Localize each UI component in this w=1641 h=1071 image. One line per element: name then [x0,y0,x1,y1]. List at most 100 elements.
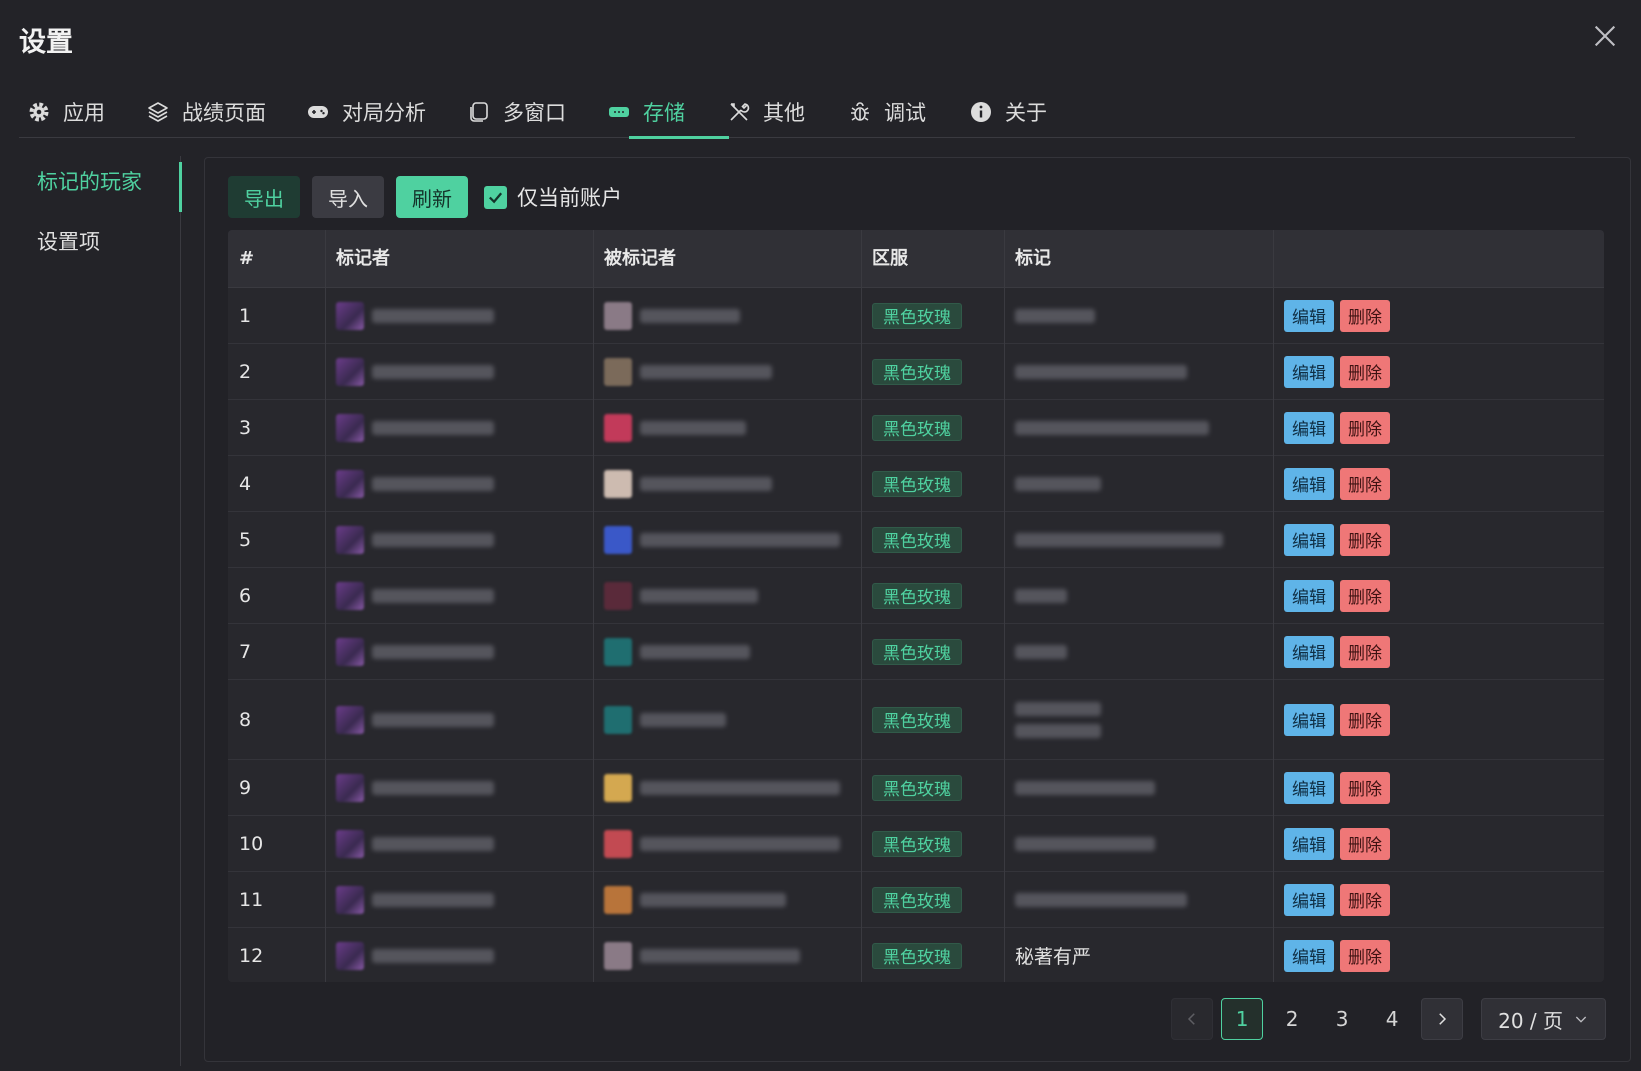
mark-cell [1004,624,1067,679]
check-icon [489,192,503,203]
delete-button[interactable]: 删除 [1340,883,1390,916]
table-row: 11 黑色玫瑰 编辑 删除 [228,872,1604,928]
delete-button[interactable]: 删除 [1340,703,1390,736]
sidebar-item-tagged-players[interactable]: 标记的玩家 [37,166,142,196]
page-3-button[interactable]: 3 [1321,998,1363,1040]
edit-button[interactable]: 编辑 [1284,299,1334,332]
table-row: 7 黑色玫瑰 编辑 删除 [228,624,1604,680]
server-badge: 黑色玫瑰 [872,414,962,441]
tab-other[interactable]: 其他 [727,86,805,138]
mark-cell [1004,872,1187,927]
mark-cell [1004,400,1209,455]
gamepad-icon [308,106,328,118]
tagged-cell [593,400,746,455]
mark-cell [1004,288,1095,343]
tagger-name-redacted [372,644,494,659]
delete-button[interactable]: 删除 [1340,771,1390,804]
tab-match-history[interactable]: 战绩页面 [146,86,266,138]
sidebar-item-settings[interactable]: 设置项 [37,226,100,256]
row-index: 2 [239,360,252,383]
current-account-only-toggle[interactable]: 仅当前账户 [484,182,622,212]
actions-cell: 编辑 删除 [1273,568,1390,623]
page-1-button[interactable]: 1 [1221,998,1264,1040]
page-2-button[interactable]: 2 [1271,998,1313,1040]
tagger-name-redacted [372,476,494,491]
tagged-avatar [604,357,632,386]
tagger-cell [325,512,494,567]
edit-button[interactable]: 编辑 [1284,579,1334,612]
column-header-index: # [239,248,255,269]
active-tab-indicator [629,136,729,139]
table-row: 10 黑色玫瑰 编辑 删除 [228,816,1604,872]
tagged-cell [593,872,786,927]
tagger-avatar [336,705,364,734]
mark-cell: 秘著有严 [1004,928,1091,982]
edit-button[interactable]: 编辑 [1284,523,1334,556]
gear-icon [29,102,49,122]
current-account-only-checkbox[interactable] [484,185,507,209]
delete-button[interactable]: 删除 [1340,939,1390,972]
delete-button[interactable]: 删除 [1340,827,1390,860]
tagged-cell [593,624,750,679]
tab-storage[interactable]: 存储 [607,86,685,138]
table-row: 9 黑色玫瑰 编辑 删除 [228,760,1604,816]
pagination: 1 2 3 4 20 / 页 [1171,997,1606,1041]
tagger-name-redacted [372,948,494,963]
row-index: 8 [239,708,252,731]
tab-debug[interactable]: 调试 [848,86,926,138]
edit-button[interactable]: 编辑 [1284,827,1334,860]
delete-button[interactable]: 删除 [1340,299,1390,332]
delete-button[interactable]: 删除 [1340,355,1390,388]
tagged-avatar [604,301,632,330]
mark-text: 秘著有严 [1015,946,1092,968]
page-4-button[interactable]: 4 [1371,998,1413,1040]
delete-button[interactable]: 删除 [1340,523,1390,556]
edit-button[interactable]: 编辑 [1284,467,1334,500]
mark-text-redacted [1015,780,1155,795]
edit-button[interactable]: 编辑 [1284,635,1334,668]
server-cell: 黑色玫瑰 [861,624,962,679]
tab-about[interactable]: 关于 [969,86,1047,138]
chevron-down-icon [1575,1016,1587,1023]
edit-button[interactable]: 编辑 [1284,355,1334,388]
tab-multi-window[interactable]: 多窗口 [467,86,566,138]
tab-label: 存储 [643,101,685,125]
server-badge: 黑色玫瑰 [872,830,962,857]
import-button[interactable]: 导入 [312,176,384,218]
delete-button[interactable]: 删除 [1340,411,1390,444]
delete-button[interactable]: 删除 [1340,467,1390,500]
server-badge: 黑色玫瑰 [872,582,962,609]
next-page-button[interactable] [1421,998,1464,1040]
page-size-select[interactable]: 20 / 页 [1481,998,1606,1040]
server-badge: 黑色玫瑰 [872,302,962,329]
row-index: 4 [239,472,252,495]
row-index: 5 [239,528,252,551]
column-header-tagger: 标记者 [336,248,390,269]
prev-page-button[interactable] [1171,998,1214,1040]
column-separator [861,230,862,982]
edit-button[interactable]: 编辑 [1284,883,1334,916]
mark-text-redacted [1015,476,1101,491]
edit-button[interactable]: 编辑 [1284,771,1334,804]
column-separator [1004,230,1005,982]
tagger-avatar [336,581,364,610]
export-button[interactable]: 导出 [228,176,300,218]
server-cell: 黑色玫瑰 [861,872,962,927]
actions-cell: 编辑 删除 [1273,512,1390,567]
close-button[interactable] [1591,22,1619,50]
edit-button[interactable]: 编辑 [1284,703,1334,736]
delete-button[interactable]: 删除 [1340,635,1390,668]
edit-button[interactable]: 编辑 [1284,411,1334,444]
server-cell: 黑色玫瑰 [861,288,962,343]
table-row: 1 黑色玫瑰 编辑 删除 [228,288,1604,344]
tab-app[interactable]: 应用 [27,86,105,138]
settings-tabs: 应用 战绩页面 对局分析 多窗口 存储 其他 调试 关于 [19,86,1575,139]
refresh-button[interactable]: 刷新 [396,176,468,218]
mark-text-redacted [1015,308,1095,323]
tab-game-analysis[interactable]: 对局分析 [306,86,426,138]
delete-button[interactable]: 删除 [1340,579,1390,612]
tagger-avatar [336,885,364,914]
tagger-name-redacted [372,420,494,435]
edit-button[interactable]: 编辑 [1284,939,1334,972]
server-cell: 黑色玫瑰 [861,344,962,399]
